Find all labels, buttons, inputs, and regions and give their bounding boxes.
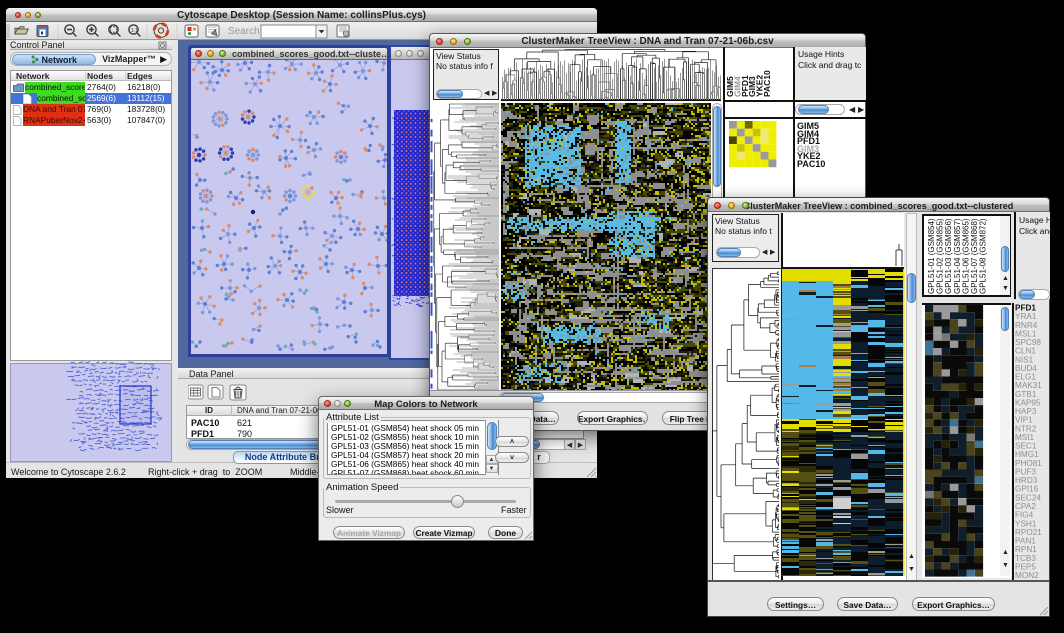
svg-text:1:1: 1:1 bbox=[131, 28, 138, 34]
svg-text:Search:: Search: bbox=[228, 26, 262, 37]
